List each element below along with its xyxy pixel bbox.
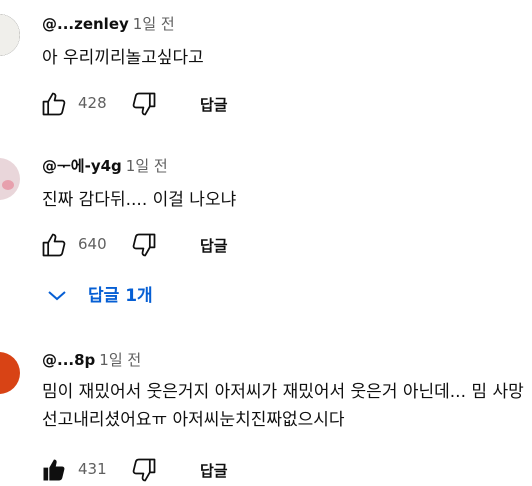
- comment-header: @...zenley 1일 전: [42, 14, 175, 34]
- reply-button[interactable]: 답글: [200, 94, 228, 115]
- like-count: 428: [78, 94, 107, 112]
- comment-author[interactable]: @...8p: [42, 351, 95, 369]
- dislike-outline-icon[interactable]: [130, 231, 158, 259]
- comment-time[interactable]: 1일 전: [133, 15, 175, 33]
- reply-button[interactable]: 답글: [200, 460, 228, 481]
- comment-author[interactable]: @ᅮ에-y4g: [42, 157, 122, 175]
- comment-author[interactable]: @...zenley: [42, 15, 129, 33]
- reply-button[interactable]: 답글: [200, 235, 228, 256]
- comment-text: 밈이 재밌어서 웃은거지 아저씨가 재밌어서 웃은거 아닌데... 밈 사망선고…: [42, 382, 524, 430]
- comment-actions: 428 답글: [40, 90, 300, 120]
- avatar[interactable]: [0, 14, 20, 56]
- dislike-outline-icon[interactable]: [130, 90, 158, 118]
- comment-time[interactable]: 1일 전: [126, 157, 168, 175]
- comment-actions: 431 답글: [40, 456, 300, 486]
- comment-header: @ᅮ에-y4g 1일 전: [42, 156, 168, 176]
- chevron-down-icon: [48, 291, 66, 301]
- view-replies-label: 답글 1개: [88, 286, 153, 306]
- comment-text: 진짜 감다뒤.... 이걸 나오냐: [42, 190, 237, 210]
- comment-text: 아 우리끼리놀고싶다고: [42, 48, 204, 68]
- dislike-outline-icon[interactable]: [130, 456, 158, 484]
- like-count: 640: [78, 235, 107, 253]
- like-filled-icon[interactable]: [40, 456, 68, 484]
- like-outline-icon[interactable]: [40, 231, 68, 259]
- view-replies-button[interactable]: 답글 1개: [46, 282, 186, 310]
- comment-header: @...8p 1일 전: [42, 350, 141, 370]
- avatar[interactable]: [0, 158, 20, 200]
- comment-time[interactable]: 1일 전: [99, 351, 141, 369]
- avatar[interactable]: [0, 352, 20, 394]
- like-count: 431: [78, 460, 107, 478]
- like-outline-icon[interactable]: [40, 90, 68, 118]
- comment-actions: 640 답글: [40, 231, 300, 261]
